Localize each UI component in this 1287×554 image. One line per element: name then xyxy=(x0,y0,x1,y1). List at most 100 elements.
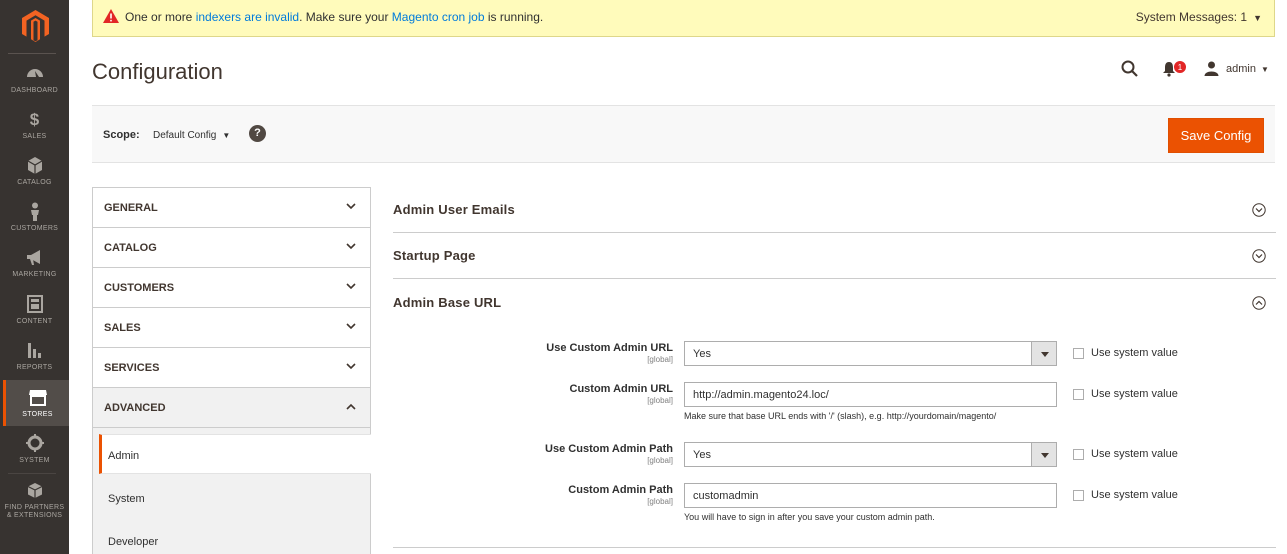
chevron-down-icon xyxy=(346,323,356,330)
tab-label: CATALOG xyxy=(104,242,157,254)
subtab-developer[interactable]: Developer xyxy=(99,521,371,554)
tab-general[interactable]: GENERAL xyxy=(92,187,371,227)
user-icon[interactable] xyxy=(1204,61,1219,76)
indexers-link[interactable]: indexers are invalid xyxy=(196,10,299,24)
chevron-down-icon xyxy=(346,363,356,370)
menu-item-marketing[interactable]: MARKETING xyxy=(0,248,69,278)
menu-item-sales[interactable]: $ SALES xyxy=(0,110,69,140)
subtab-admin[interactable]: Admin xyxy=(99,434,371,474)
chevron-down-icon xyxy=(346,203,356,210)
section-startup-page[interactable]: Startup Page xyxy=(393,233,1276,279)
select-value: Yes xyxy=(693,348,711,360)
menu-label: CONTENT xyxy=(16,318,53,325)
field-scope: [global] xyxy=(647,497,673,506)
field-scope: [global] xyxy=(647,355,673,364)
tab-services[interactable]: SERVICES xyxy=(92,347,371,387)
chevron-down-icon xyxy=(346,243,356,250)
tab-customers[interactable]: CUSTOMERS xyxy=(92,267,371,307)
gear-icon xyxy=(25,434,44,452)
scope-label: Scope: xyxy=(103,129,140,141)
megaphone-icon xyxy=(26,250,40,265)
field-scope: [global] xyxy=(647,456,673,465)
tab-label: CUSTOMERS xyxy=(104,282,175,294)
checkbox[interactable] xyxy=(1073,348,1084,359)
system-message-text: One or more indexers are invalid. Make s… xyxy=(125,10,543,24)
checkbox[interactable] xyxy=(1073,490,1084,501)
menu-divider xyxy=(8,53,56,54)
checkbox-label: Use system value xyxy=(1091,448,1178,460)
menu-label: STORES xyxy=(22,411,53,418)
warning-icon xyxy=(103,9,119,23)
checkbox[interactable] xyxy=(1073,449,1084,460)
select-arrow-icon xyxy=(1031,443,1056,466)
store-icon xyxy=(28,390,47,406)
message-text: . Make sure your xyxy=(299,10,392,24)
checkbox-label: Use system value xyxy=(1091,388,1178,400)
tab-label: SALES xyxy=(104,322,141,334)
section-admin-user-emails[interactable]: Admin User Emails xyxy=(393,187,1276,233)
field-label: Use Custom Admin Path xyxy=(545,443,673,455)
menu-label: MARKETING xyxy=(12,271,57,278)
caret-down-icon: ▼ xyxy=(1260,65,1269,74)
scope-switcher[interactable]: Default Config ▼ xyxy=(153,130,230,141)
tab-label: GENERAL xyxy=(104,202,158,214)
menu-label: CUSTOMERS xyxy=(10,225,59,232)
config-tabs: GENERAL CATALOG CUSTOMERS SALES SERVICES… xyxy=(92,187,371,554)
menu-label: SALES xyxy=(22,133,47,140)
save-config-button[interactable]: Save Config xyxy=(1168,118,1264,153)
menu-item-dashboard[interactable]: DASHBOARD xyxy=(0,64,69,94)
menu-item-system[interactable]: SYSTEM xyxy=(0,434,69,464)
tab-label: ADVANCED xyxy=(104,402,166,414)
magento-logo[interactable] xyxy=(22,10,49,42)
menu-item-content[interactable]: CONTENT xyxy=(0,295,69,325)
field-label: Use Custom Admin URL xyxy=(546,342,673,354)
system-messages-bar: One or more indexers are invalid. Make s… xyxy=(92,0,1275,37)
menu-label: FIND PARTNERS xyxy=(4,504,65,511)
field-note: Make sure that base URL ends with '/' (s… xyxy=(684,411,997,421)
use-custom-admin-path-select[interactable]: Yes xyxy=(684,442,1057,467)
system-messages-count: System Messages: 1 xyxy=(1135,10,1248,24)
section-title: Admin User Emails xyxy=(393,202,515,217)
boxes-icon xyxy=(27,483,42,498)
menu-label: REPORTS xyxy=(16,364,53,371)
dashboard-icon xyxy=(26,69,43,77)
menu-divider xyxy=(8,473,56,474)
tab-sales[interactable]: SALES xyxy=(92,307,371,347)
menu-label: SYSTEM xyxy=(19,457,50,464)
menu-item-stores[interactable]: STORES xyxy=(3,380,69,426)
checkbox-label: Use system value xyxy=(1091,347,1178,359)
search-icon[interactable] xyxy=(1121,60,1139,78)
person-icon xyxy=(30,202,39,221)
caret-down-icon: ▼ xyxy=(1253,13,1262,23)
custom-admin-url-input[interactable] xyxy=(684,382,1057,407)
tab-advanced[interactable]: ADVANCED xyxy=(92,387,371,427)
menu-item-customers[interactable]: CUSTOMERS xyxy=(0,202,69,232)
tab-label: SERVICES xyxy=(104,362,160,374)
menu-item-find-partners[interactable]: FIND PARTNERS & EXTENSIONS xyxy=(0,481,69,519)
message-text: One or more xyxy=(125,10,196,24)
menu-label: & EXTENSIONS xyxy=(6,512,63,519)
checkbox[interactable] xyxy=(1073,389,1084,400)
menu-label: CATALOG xyxy=(17,179,52,186)
collapse-icon xyxy=(1252,296,1266,310)
bar-chart-icon xyxy=(27,343,41,358)
menu-item-catalog[interactable]: CATALOG xyxy=(0,156,69,186)
custom-admin-path-input[interactable] xyxy=(684,483,1057,508)
tab-catalog[interactable]: CATALOG xyxy=(92,227,371,267)
system-messages-toggle[interactable]: System Messages: 1 ▼ xyxy=(1136,10,1262,24)
scope-help-icon[interactable]: ? xyxy=(249,125,266,142)
expand-icon xyxy=(1252,249,1266,263)
menu-item-reports[interactable]: REPORTS xyxy=(0,341,69,371)
user-menu[interactable]: admin ▼ xyxy=(1226,63,1269,75)
chevron-down-icon xyxy=(346,283,356,290)
section-divider xyxy=(393,547,1276,548)
cron-job-link[interactable]: Magento cron job xyxy=(392,10,485,24)
user-name: admin xyxy=(1226,63,1256,75)
use-custom-admin-url-select[interactable]: Yes xyxy=(684,341,1057,366)
select-arrow-icon xyxy=(1031,342,1056,365)
expand-icon xyxy=(1252,203,1266,217)
subtab-system[interactable]: System xyxy=(99,478,371,518)
notification-count-badge: 1 xyxy=(1173,60,1187,74)
layout-icon xyxy=(26,295,43,313)
section-admin-base-url[interactable]: Admin Base URL xyxy=(393,280,1276,326)
